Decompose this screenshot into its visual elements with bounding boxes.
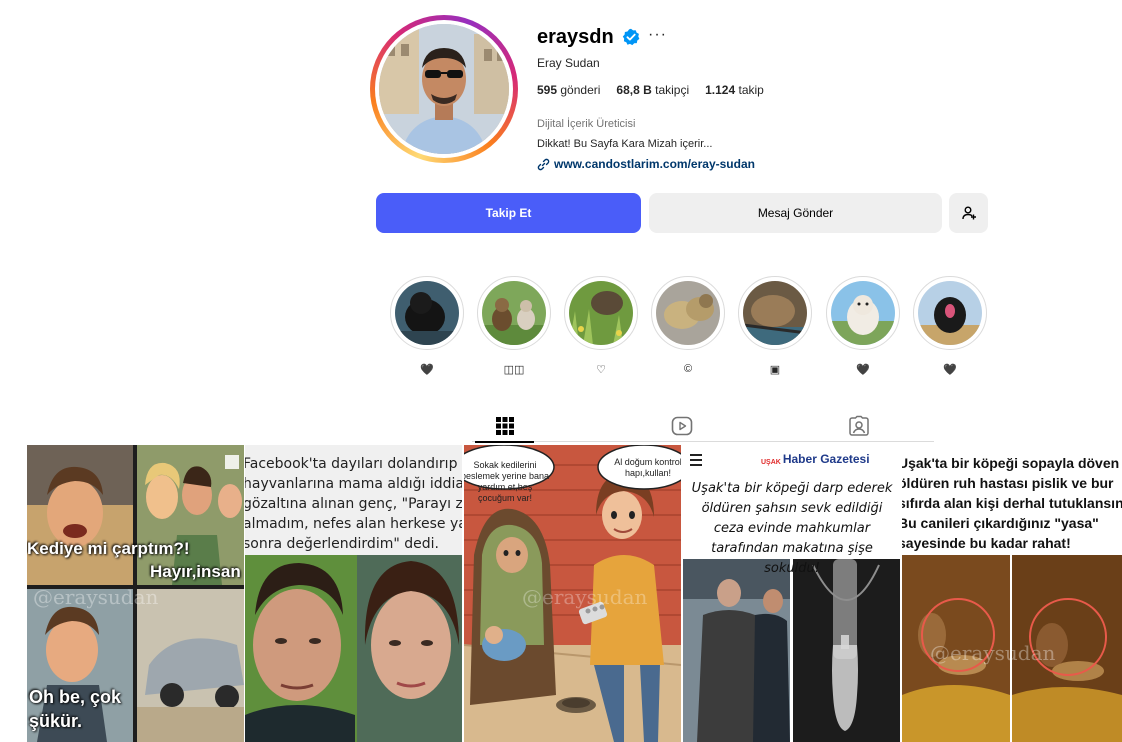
link-icon xyxy=(537,158,550,170)
post-4[interactable]: UŞAK Haber Gazetesi Uşak'ta bir köpeği d… xyxy=(683,445,900,742)
profile-category: Dijital İçerik Üreticisi xyxy=(537,118,636,130)
more-options-icon[interactable]: ··· xyxy=(648,26,667,44)
reels-icon xyxy=(671,416,693,436)
profile-full-name: Eray Sudan xyxy=(537,56,600,70)
profile-link-text: www.candostlarim.com/eray-sudan xyxy=(554,157,755,171)
post-5[interactable]: Uşak'ta bir köpeği sopayla döven öldüren… xyxy=(902,445,1122,742)
post-5-line: Uşak'ta bir köpeği sopayla döven xyxy=(902,455,1120,471)
post-3-watermark: @eraysudan xyxy=(522,585,648,609)
profile-stats: 595 gönderi 68,8 B takipçi 1.124 takip xyxy=(537,83,764,97)
highlight-label: © xyxy=(683,363,693,375)
post-1[interactable]: Kediye mi çarptım?! Hayır,insan Oh be, ç… xyxy=(27,445,244,742)
tab-posts[interactable] xyxy=(475,410,535,442)
followers-stat[interactable]: 68,8 B takipçi xyxy=(616,83,689,97)
posts-grid-icon xyxy=(496,417,514,435)
tagged-icon xyxy=(849,415,869,436)
following-stat[interactable]: 1.124 takip xyxy=(705,83,764,97)
highlight-cover xyxy=(918,281,982,345)
post-5-text-block: Uşak'ta bir köpeği sopayla döven öldüren… xyxy=(902,453,1122,553)
following-count: 1.124 xyxy=(705,83,736,97)
menu-icon xyxy=(690,454,702,466)
highlight-7[interactable]: 🖤 xyxy=(912,276,988,377)
post-2-line: Facebook'ta dayıları dolandırıp sokak xyxy=(245,456,462,472)
highlight-cover xyxy=(395,281,459,345)
add-user-icon xyxy=(961,206,976,220)
posts-stat: 595 gönderi xyxy=(537,83,600,97)
post-5-line: sayesinde bu kadar rahat! xyxy=(902,535,1071,551)
highlight-4[interactable]: © xyxy=(650,276,726,377)
highlight-cover xyxy=(569,281,633,345)
highlight-label: ▣ xyxy=(769,364,781,376)
follow-button[interactable]: Takip Et xyxy=(376,193,641,233)
active-tab-indicator xyxy=(475,441,534,443)
posts-count: 595 xyxy=(537,83,558,97)
highlight-ring xyxy=(390,276,464,350)
verified-badge-icon xyxy=(622,28,640,46)
post-1-caption-top-right: Hayır,insan xyxy=(150,562,241,581)
highlight-label: 🖤 xyxy=(943,364,957,376)
profile-link[interactable]: www.candostlarim.com/eray-sudan xyxy=(537,157,755,171)
highlight-label: 🖤 xyxy=(420,364,434,376)
highlight-2[interactable]: ◫◫ xyxy=(476,276,552,377)
profile-username: eraysdn xyxy=(537,26,614,48)
followers-label: takipçi xyxy=(655,83,690,97)
highlight-ring xyxy=(826,276,900,350)
highlight-cover xyxy=(656,281,720,345)
post-1-watermark: @eraysudan xyxy=(33,585,159,609)
post-3[interactable]: Sokak kedilerini beslemek yerine bana ya… xyxy=(464,445,681,742)
tab-reels[interactable] xyxy=(652,410,712,442)
highlight-3[interactable]: ♡ xyxy=(563,276,639,377)
post-3-bubble-left: Sokak kedilerini beslemek yerine bana ya… xyxy=(464,460,550,503)
avatar xyxy=(379,24,509,154)
highlight-label: ♡ xyxy=(596,364,606,376)
highlight-ring xyxy=(477,276,551,350)
post-2-line: sonra değerlendirdim" dedi. xyxy=(245,536,439,552)
post-2-line: gözaltına alınan genç, "Parayı zorla xyxy=(245,496,462,512)
posts-label: gönderi xyxy=(560,83,601,97)
post-5-line: Bu canileri çıkardığınız "yasa" xyxy=(902,515,1099,531)
post-1-caption-bottom-left: Oh be, çok şükür. xyxy=(29,687,122,731)
post-2-text-block: Facebook'ta dayıları dolandırıp sokak ha… xyxy=(245,454,462,554)
post-5-line: öldüren ruh hastası pislik ve bur xyxy=(902,475,1114,491)
post-2-line: almadım, nefes alan herkese yazıyor xyxy=(245,516,462,532)
followers-count: 68,8 B xyxy=(616,83,652,97)
post-5-watermark: @eraysudan xyxy=(930,641,1056,665)
highlight-cover xyxy=(482,281,546,345)
suggest-user-button[interactable] xyxy=(949,193,988,233)
post-4-paper-logo: UŞAK Haber Gazetesi xyxy=(761,452,870,466)
post-5-line: sıfırda alan kişi derhal tutuklansın. xyxy=(902,495,1122,511)
tab-tagged[interactable] xyxy=(829,410,889,442)
post-2-line: hayvanlarına mama aldığı iddiası ile xyxy=(245,476,462,492)
post-1-caption-top-left: Kediye mi çarptım?! xyxy=(27,539,190,558)
send-message-button[interactable]: Mesaj Gönder xyxy=(649,193,942,233)
highlight-ring xyxy=(564,276,638,350)
post-4-paper-city: UŞAK xyxy=(761,459,781,466)
profile-avatar-ring[interactable] xyxy=(370,15,518,163)
highlight-6[interactable]: 🖤 xyxy=(825,276,901,377)
highlight-ring xyxy=(913,276,987,350)
following-label: takip xyxy=(738,83,764,97)
post-4-headline: Uşak'ta bir köpeği darp ederek öldüren ş… xyxy=(691,481,893,576)
profile-bio: Dikkat! Bu Sayfa Kara Mizah içerir... xyxy=(537,138,713,150)
highlight-label: 🖤 xyxy=(856,364,870,376)
highlight-ring xyxy=(738,276,812,350)
post-4-paper-name: Haber Gazetesi xyxy=(782,452,870,466)
highlight-1[interactable]: 🖤 xyxy=(389,276,465,377)
highlight-cover xyxy=(743,281,807,345)
highlight-5[interactable]: ▣ xyxy=(737,276,813,377)
highlight-label: ◫◫ xyxy=(503,364,525,376)
highlight-ring xyxy=(651,276,725,350)
post-3-bubble-right: Al doğum kontrol hapı,kullan! xyxy=(614,457,681,478)
highlight-cover xyxy=(831,281,895,345)
post-2[interactable]: Facebook'ta dayıları dolandırıp sokak ha… xyxy=(245,445,462,742)
